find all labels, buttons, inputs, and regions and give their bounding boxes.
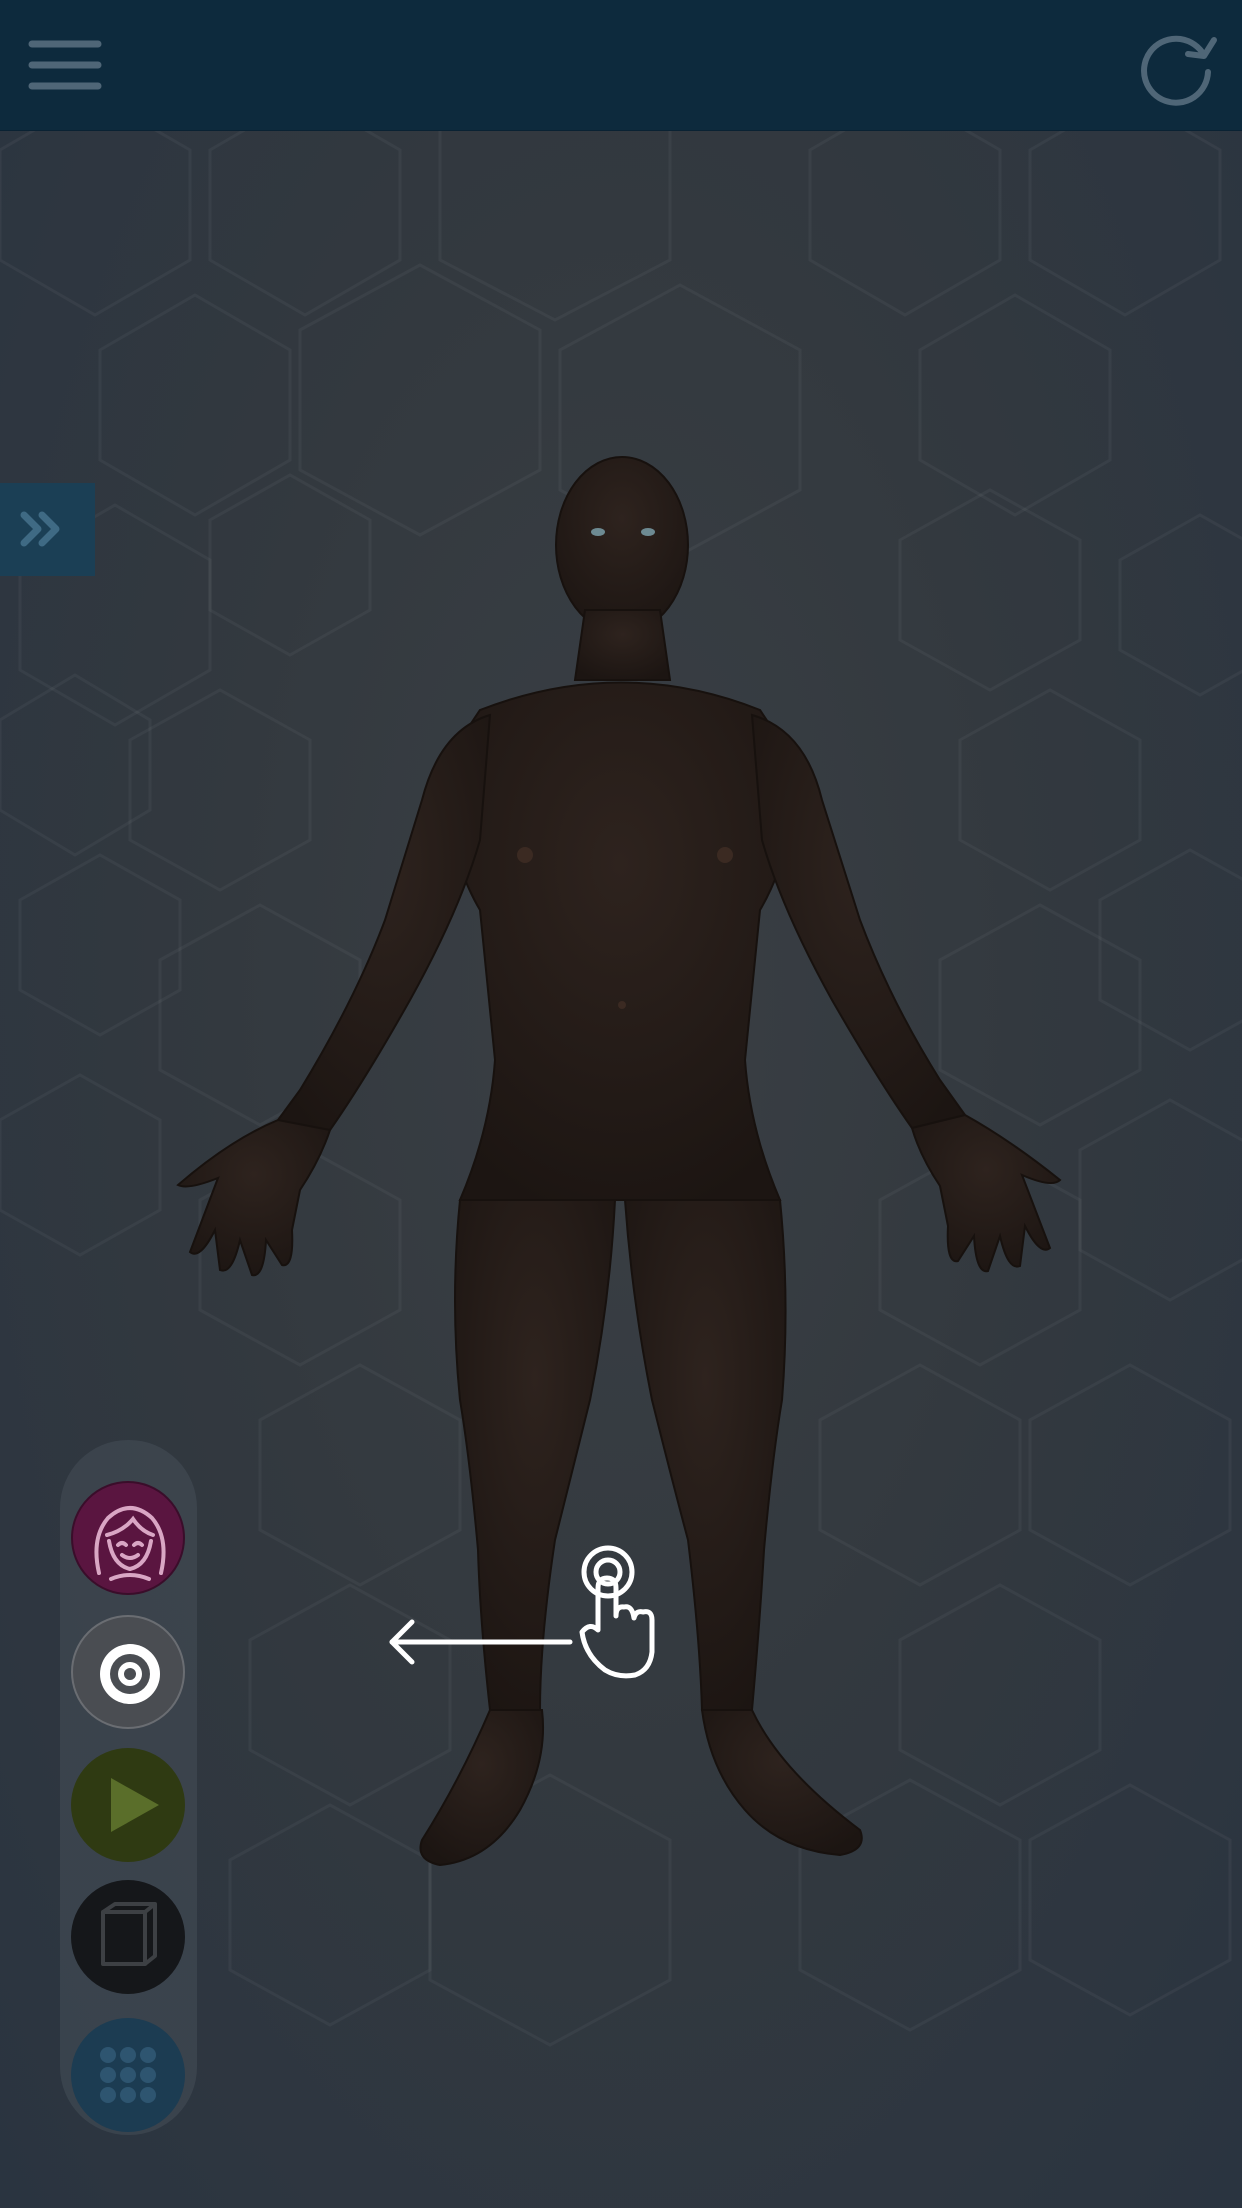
- double-chevron-right-icon: [20, 511, 60, 547]
- book-button[interactable]: [71, 1880, 185, 1994]
- hamburger-icon[interactable]: [20, 30, 110, 100]
- book-icon: [101, 1902, 157, 1966]
- grid-menu-button[interactable]: [71, 2018, 185, 2132]
- target-icon: [100, 1644, 160, 1704]
- avatar-button[interactable]: [71, 1481, 185, 1595]
- side-panel-toggle[interactable]: [0, 483, 95, 576]
- grid-dots-icon: [100, 2047, 156, 2103]
- swipe-left-hand-icon: [389, 1545, 655, 1679]
- top-bar: [0, 0, 1242, 131]
- play-icon: [111, 1778, 159, 1832]
- refresh-icon[interactable]: [1132, 22, 1222, 106]
- female-avatar-icon: [94, 1506, 166, 1581]
- play-button[interactable]: [71, 1748, 185, 1862]
- tool-dock: [60, 1440, 197, 2135]
- target-button[interactable]: [71, 1615, 185, 1729]
- human-body-model[interactable]: [160, 440, 1080, 1980]
